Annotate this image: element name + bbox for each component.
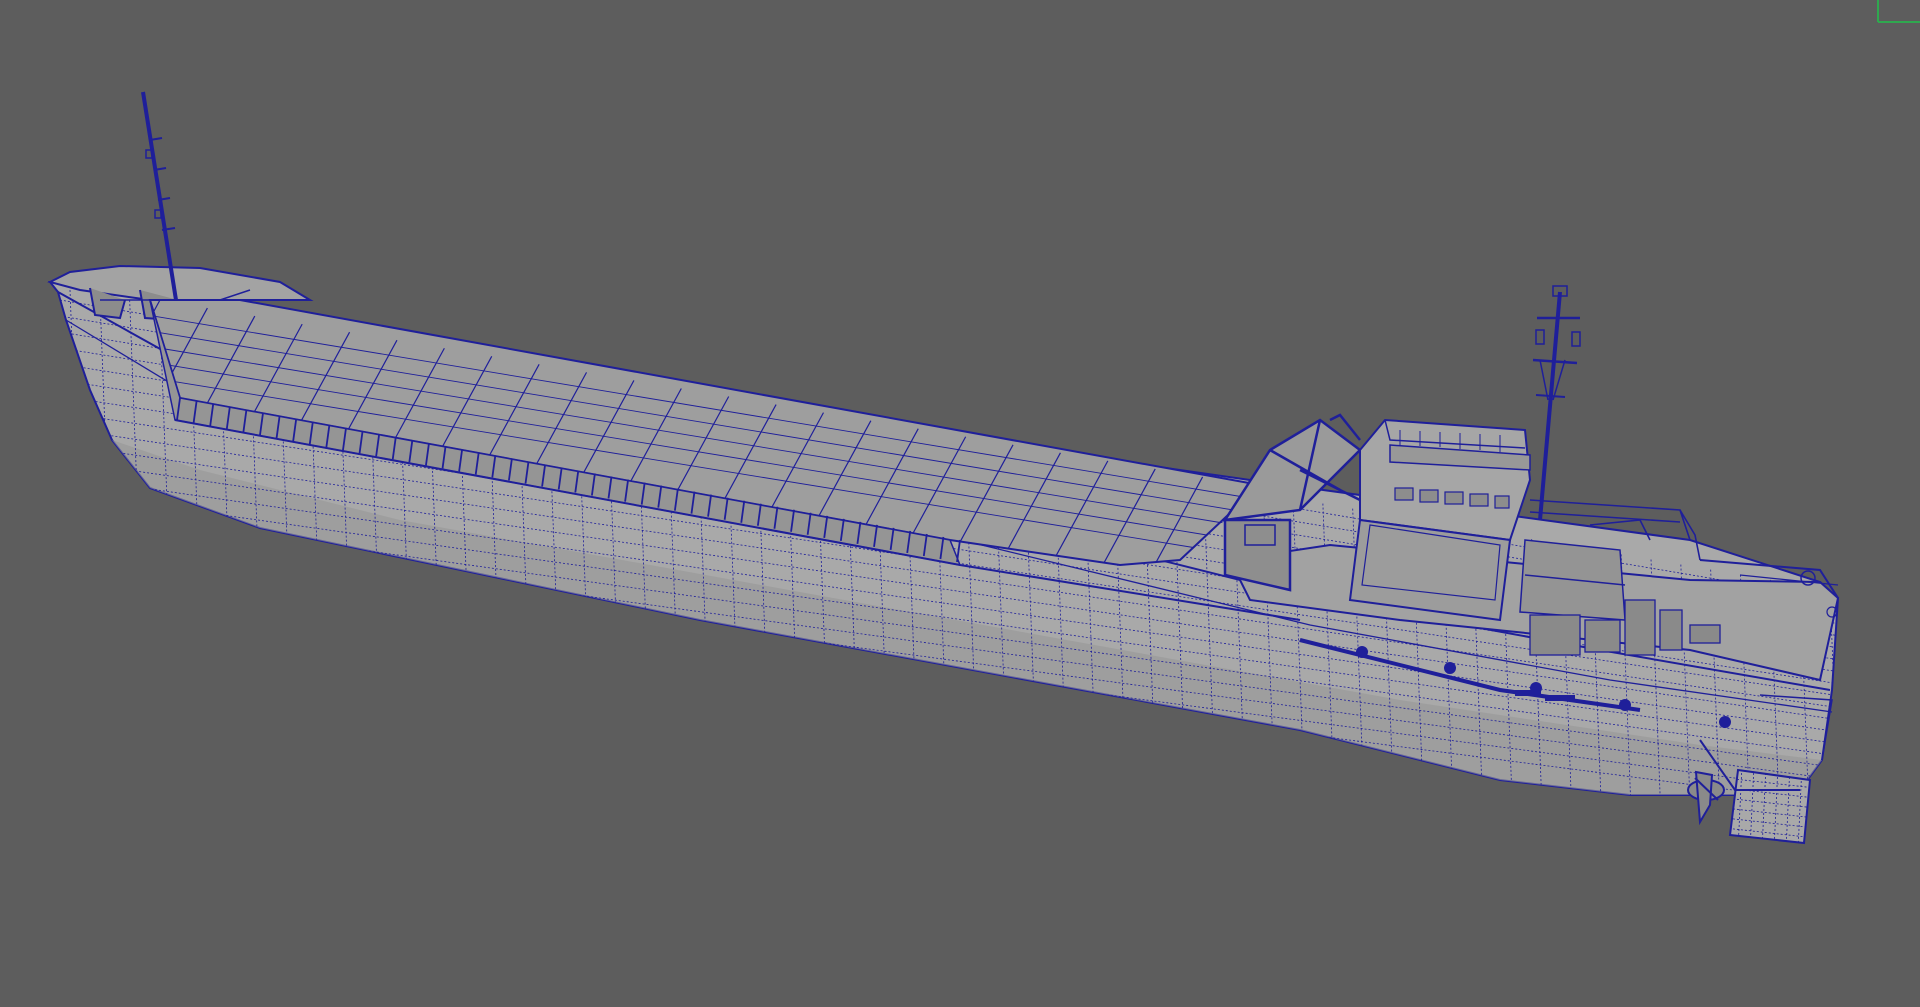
- ship-wireframe-model[interactable]: [0, 0, 1920, 1007]
- wheelhouse[interactable]: [1348, 418, 1626, 622]
- radar-mast[interactable]: [1532, 285, 1581, 521]
- axis-gizmo-corner[interactable]: [1872, 0, 1920, 24]
- 3d-viewport[interactable]: [0, 0, 1920, 1007]
